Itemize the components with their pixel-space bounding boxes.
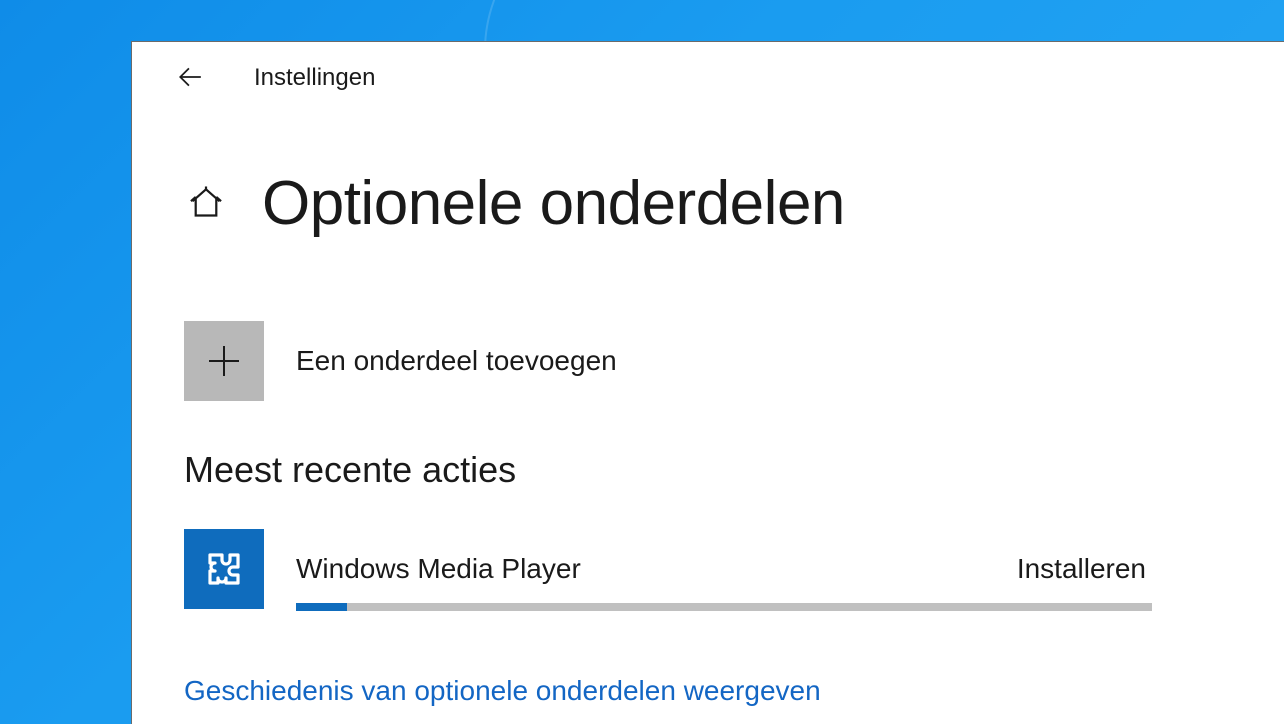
feature-status: Installeren (1017, 553, 1146, 585)
feature-name: Windows Media Player (296, 553, 581, 585)
plus-icon (184, 321, 264, 401)
titlebar: Instellingen (132, 42, 1284, 114)
action-labels: Windows Media Player Installeren (296, 553, 1152, 585)
content-area: Een onderdeel toevoegen Meest recente ac… (132, 321, 1212, 707)
puzzle-icon (184, 529, 264, 609)
settings-window: Instellingen Optionele onderdelen (131, 41, 1284, 724)
app-title: Instellingen (254, 64, 375, 92)
back-button[interactable] (174, 62, 206, 94)
recent-actions-heading: Meest recente acties (184, 449, 1152, 491)
add-feature-label: Een onderdeel toevoegen (296, 345, 617, 377)
home-button[interactable] (184, 182, 228, 226)
add-feature-button[interactable]: Een onderdeel toevoegen (184, 321, 617, 401)
recent-action-item[interactable]: Windows Media Player Installeren (184, 529, 1152, 611)
install-progress-fill (296, 603, 347, 611)
recent-action-header: Windows Media Player Installeren (184, 529, 1152, 609)
home-icon (187, 183, 225, 224)
back-arrow-icon (177, 64, 203, 93)
install-progress-bar (296, 603, 1152, 611)
page-title: Optionele onderdelen (262, 168, 845, 239)
history-link[interactable]: Geschiedenis van optionele onderdelen we… (184, 675, 821, 707)
page-header: Optionele onderdelen (132, 168, 1284, 239)
